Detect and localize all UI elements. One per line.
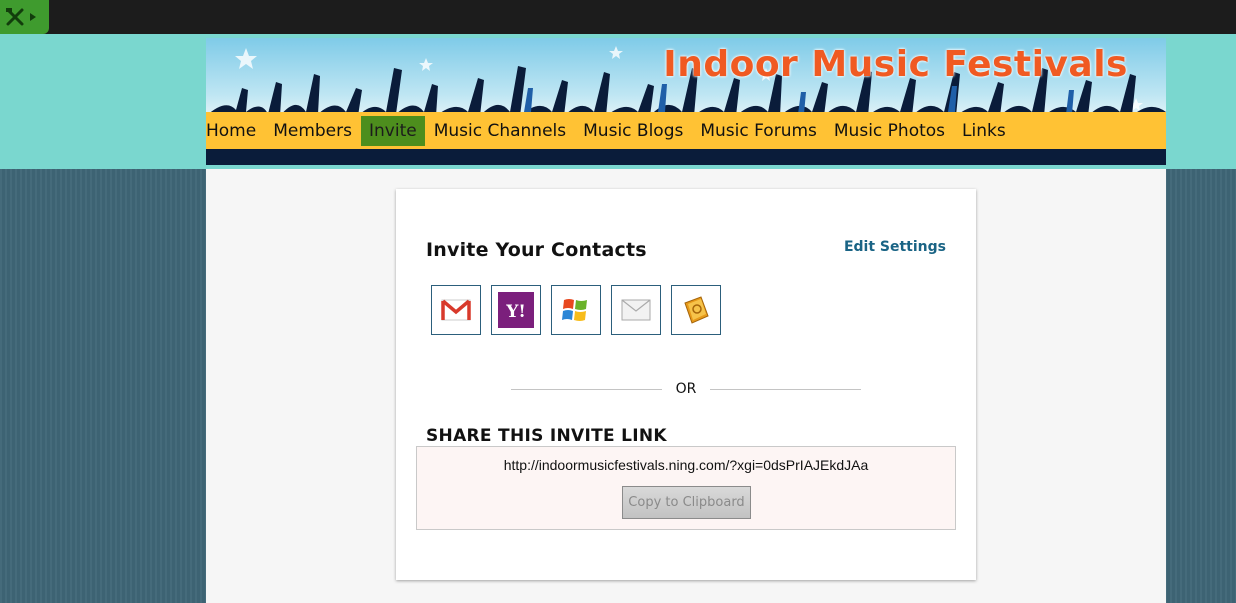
invite-link-box: http://indoormusicfestivals.ning.com/?xg… [416,446,956,530]
nav-item-links[interactable]: Links [954,116,1014,146]
or-divider: OR [511,381,861,397]
edit-settings-link[interactable]: Edit Settings [844,239,946,255]
address-book-button[interactable] [671,285,721,335]
windows-live-icon [562,299,587,321]
ning-menu-button[interactable] [0,0,49,34]
nav-item-music-photos[interactable]: Music Photos [826,116,953,146]
email-envelope-icon [621,299,651,321]
nav-item-members[interactable]: Members [265,116,360,146]
gmail-button[interactable] [431,285,481,335]
site-title[interactable]: Indoor Music Festivals [663,44,1128,85]
ning-top-bar [0,0,1236,34]
expand-arrow-icon [30,13,36,21]
nav-item-music-blogs[interactable]: Music Blogs [575,116,691,146]
nav-item-home[interactable]: Home [206,116,264,146]
nav-item-invite[interactable]: Invite [361,115,425,146]
or-label: OR [675,381,697,397]
nav-item-music-forums[interactable]: Music Forums [692,116,825,146]
email-button[interactable] [611,285,661,335]
copy-to-clipboard-button[interactable]: Copy to Clipboard [622,486,751,519]
site-header: Indoor Music Festivals Home Members Invi… [206,38,1166,165]
yahoo-icon: Y! [498,292,534,328]
gmail-icon [441,299,471,321]
divider-line [710,388,861,390]
invite-heading: Invite Your Contacts [426,239,647,261]
svg-text:Y!: Y! [505,302,526,322]
invite-card: Invite Your Contacts Edit Settings Y! OR… [396,189,976,580]
address-book-icon [684,296,709,324]
windows-live-button[interactable] [551,285,601,335]
yahoo-button[interactable]: Y! [491,285,541,335]
share-invite-title: SHARE THIS INVITE LINK [426,426,667,446]
divider-line [511,388,662,390]
main-nav: Home Members Invite Music Channels Music… [206,112,1166,149]
tools-icon [6,8,24,26]
nav-item-music-channels[interactable]: Music Channels [426,116,574,146]
invite-providers: Y! [431,285,721,335]
invite-link-url[interactable]: http://indoormusicfestivals.ning.com/?xg… [417,457,955,473]
